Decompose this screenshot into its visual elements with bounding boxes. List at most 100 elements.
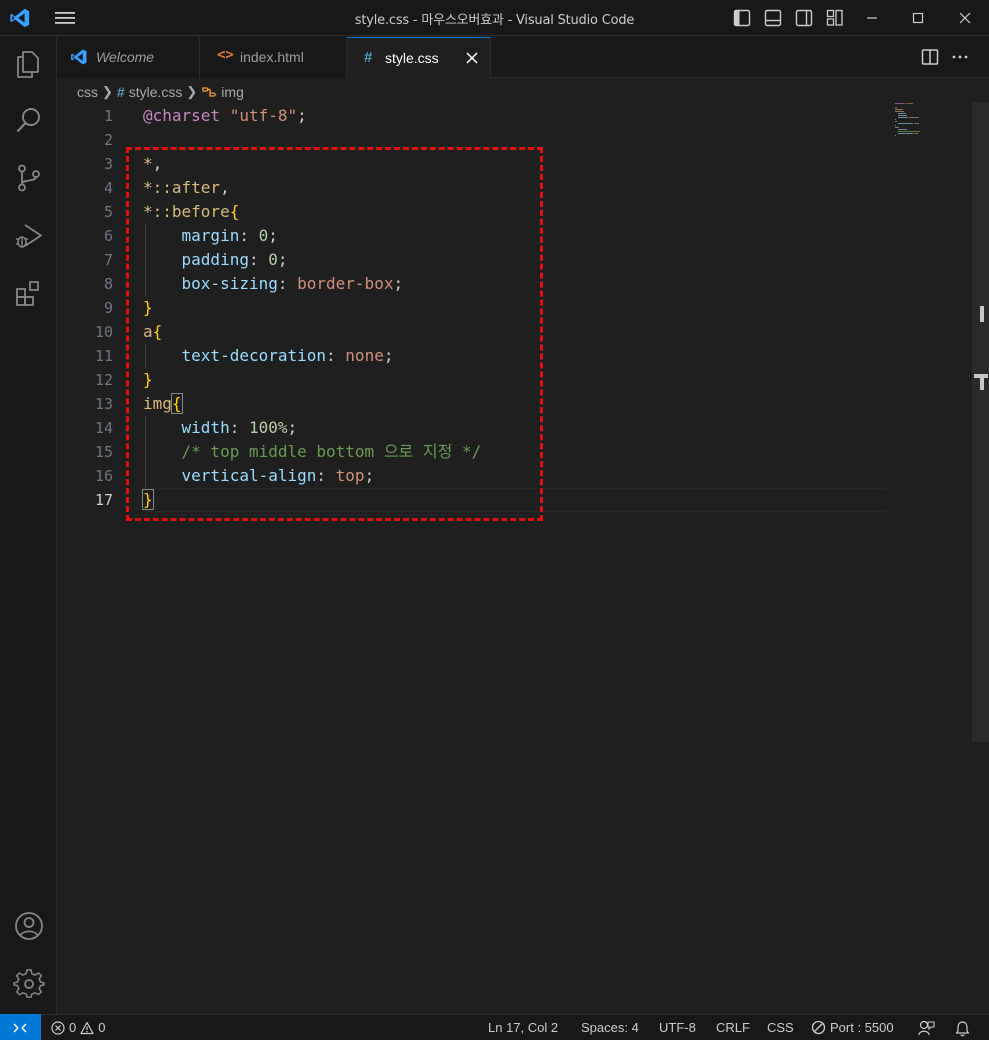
line-number: 11 — [94, 347, 113, 365]
scrollbar-marker — [980, 306, 984, 322]
end-of-line[interactable]: CRLF — [716, 1020, 750, 1035]
code-token: width — [181, 418, 230, 437]
live-server-port[interactable]: Port : 5500 — [811, 1020, 894, 1035]
breadcrumb-file[interactable]: style.css — [129, 84, 183, 100]
code-line[interactable]: 14 width: 100%; — [57, 416, 887, 440]
source-control-icon[interactable] — [13, 162, 45, 194]
code-line[interactable]: 5 *::before{ — [57, 200, 887, 224]
minimap[interactable] — [893, 102, 938, 142]
code-token: none — [345, 346, 384, 365]
tab-welcome[interactable]: Welcome — [57, 37, 200, 78]
code-token: padding — [181, 250, 249, 269]
code-token: ; — [393, 274, 404, 293]
settings-gear-icon[interactable] — [13, 968, 45, 1000]
code-line[interactable]: 11 text-decoration: none; — [57, 344, 887, 368]
cursor-position[interactable]: Ln 17, Col 2 — [488, 1020, 558, 1035]
vscode-logo-icon — [71, 49, 87, 65]
notifications-bell-icon[interactable] — [954, 1020, 971, 1037]
code-editor[interactable]: 1 @charset "utf-8"; 2 3 *, 4 *::after, 5 *::befo… — [57, 102, 975, 1014]
chevron-right-icon: ❯ — [102, 84, 113, 99]
toggle-panel-icon[interactable] — [763, 8, 783, 28]
code-line[interactable]: 17} — [57, 488, 887, 512]
code-line[interactable]: 13 img{ — [57, 392, 887, 416]
code-line[interactable]: 7 padding: 0; — [57, 248, 887, 272]
vertical-scrollbar[interactable] — [972, 102, 989, 742]
line-number: 13 — [94, 395, 113, 413]
code-line[interactable]: 10 a{ — [57, 320, 887, 344]
port-label: Port : 5500 — [830, 1020, 894, 1035]
more-actions-icon[interactable] — [950, 47, 970, 67]
code-line[interactable]: 6 margin: 0; — [57, 224, 887, 248]
code-token: box-sizing — [181, 274, 278, 293]
code-line[interactable]: 4 *::after, — [57, 176, 887, 200]
circle-slash-icon — [811, 1020, 826, 1035]
code-text: } — [142, 488, 154, 512]
line-number: 17 — [94, 491, 113, 509]
code-line[interactable]: 8 box-sizing: border-box; — [57, 272, 887, 296]
code-line[interactable]: 1 @charset "utf-8"; — [57, 104, 887, 128]
line-number: 6 — [103, 227, 113, 245]
toggle-primary-sidebar-icon[interactable] — [732, 8, 752, 28]
indentation[interactable]: Spaces: 4 — [581, 1020, 639, 1035]
code-token: } — [142, 489, 154, 510]
scrollbar-marker — [980, 374, 984, 390]
code-line[interactable]: 3 *, — [57, 152, 887, 176]
code-line[interactable]: 9} — [57, 296, 887, 320]
code-token: ; — [364, 466, 375, 485]
css-hash-icon: # — [364, 49, 373, 66]
customize-layout-icon[interactable] — [825, 8, 845, 28]
code-token: border-box — [297, 274, 394, 293]
code-text: a{ — [143, 320, 162, 344]
tab-style-css[interactable]: # style.css — [347, 37, 491, 79]
code-line[interactable]: 2 — [57, 128, 887, 152]
code-token: text-decoration — [181, 346, 327, 365]
error-count: 0 — [69, 1020, 77, 1035]
code-token: : — [248, 250, 269, 269]
code-token: , — [220, 178, 230, 197]
code-token: { — [152, 322, 163, 341]
breadcrumb-folder[interactable]: css — [77, 84, 98, 100]
run-debug-icon[interactable] — [13, 220, 45, 252]
breadcrumb-symbol[interactable]: img — [221, 84, 244, 100]
code-text: *::before{ — [143, 200, 239, 224]
code-token: ; — [297, 106, 307, 125]
code-token: : — [277, 274, 298, 293]
close-icon[interactable] — [464, 50, 480, 66]
code-token: : — [326, 346, 346, 365]
code-token: @charset — [143, 106, 230, 125]
code-text: width: 100%; — [143, 416, 298, 440]
tab-index-html[interactable]: <> index.html — [200, 37, 347, 78]
code-line[interactable]: 16 vertical-align: top; — [57, 464, 887, 488]
problems-indicator[interactable]: 0 0 — [51, 1020, 105, 1035]
code-token: } — [143, 298, 153, 317]
code-token: img — [143, 394, 172, 413]
split-editor-icon[interactable] — [920, 47, 940, 67]
search-icon[interactable] — [13, 104, 45, 136]
encoding[interactable]: UTF-8 — [659, 1020, 696, 1035]
explorer-icon[interactable] — [13, 48, 45, 80]
remote-indicator[interactable] — [0, 1014, 41, 1040]
feedback-icon[interactable] — [918, 1020, 935, 1037]
tab-label: index.html — [240, 49, 304, 65]
extensions-icon[interactable] — [13, 278, 45, 310]
minimize-icon[interactable] — [862, 8, 882, 28]
line-number: 8 — [103, 275, 113, 293]
close-window-icon[interactable] — [955, 8, 975, 28]
toggle-secondary-sidebar-icon[interactable] — [794, 8, 814, 28]
maximize-icon[interactable] — [908, 8, 928, 28]
symbol-class-icon — [202, 87, 217, 97]
accounts-icon[interactable] — [13, 910, 45, 942]
code-token: vertical-align — [181, 466, 317, 485]
language-mode[interactable]: CSS — [767, 1020, 794, 1035]
code-token: } — [143, 370, 153, 389]
code-token: *::after — [143, 178, 221, 197]
code-token: 100% — [248, 418, 288, 437]
code-line[interactable]: 12} — [57, 368, 887, 392]
code-token: : — [239, 226, 259, 245]
remote-icon — [13, 1023, 27, 1033]
line-number: 16 — [94, 467, 113, 485]
code-line[interactable]: 15 /* top middle bottom 으로 지정 */ — [57, 440, 887, 464]
